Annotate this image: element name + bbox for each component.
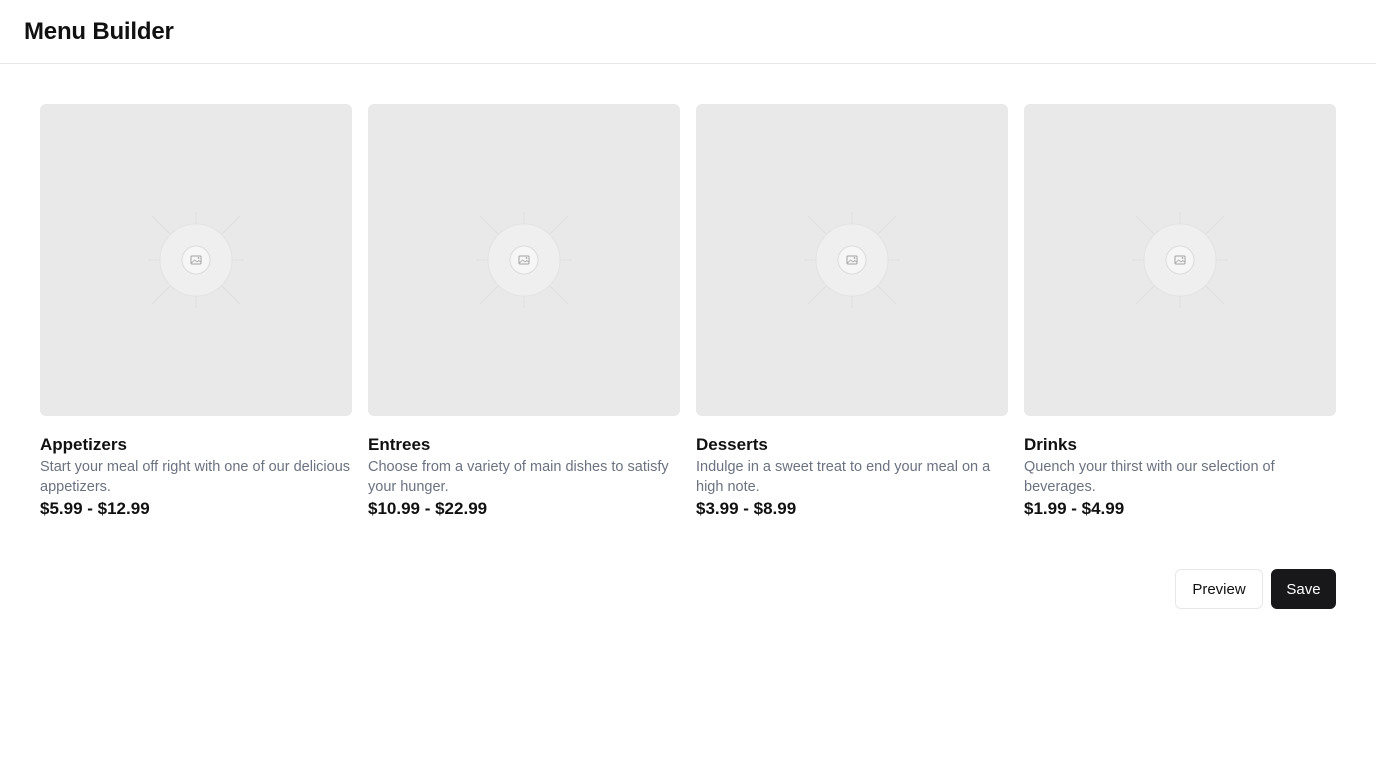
category-title: Entrees bbox=[368, 435, 431, 454]
category-image-desserts[interactable] bbox=[696, 104, 1008, 416]
category-card-entrees: Entrees Choose from a variety of main di… bbox=[368, 104, 680, 519]
category-card-drinks: Drinks Quench your thirst with our selec… bbox=[1024, 104, 1336, 519]
category-description: Indulge in a sweet treat to end your mea… bbox=[696, 459, 991, 495]
category-grid: Appetizers Start your meal off right wit… bbox=[40, 104, 1336, 519]
category-description: Choose from a variety of main dishes to … bbox=[368, 459, 669, 495]
category-image-entrees[interactable] bbox=[368, 104, 680, 416]
category-price: $5.99 - $12.99 bbox=[40, 499, 150, 518]
preview-button[interactable]: Preview bbox=[1175, 569, 1263, 609]
category-title: Appetizers bbox=[40, 435, 127, 454]
category-price: $1.99 - $4.99 bbox=[1024, 499, 1125, 518]
image-placeholder-icon bbox=[148, 212, 244, 308]
image-placeholder-icon bbox=[476, 212, 572, 308]
category-image-appetizers[interactable] bbox=[40, 104, 352, 416]
image-placeholder-icon bbox=[1132, 212, 1228, 308]
category-price: $3.99 - $8.99 bbox=[696, 499, 797, 518]
main-content: Appetizers Start your meal off right wit… bbox=[0, 64, 1376, 609]
category-card-desserts: Desserts Indulge in a sweet treat to end… bbox=[696, 104, 1008, 519]
category-price: $10.99 - $22.99 bbox=[368, 499, 488, 518]
app-header: Menu Builder bbox=[0, 0, 1376, 64]
category-image-drinks[interactable] bbox=[1024, 104, 1336, 416]
action-bar: Preview Save bbox=[40, 569, 1336, 609]
category-title: Desserts bbox=[696, 435, 768, 454]
image-placeholder-icon bbox=[804, 212, 900, 308]
category-title: Drinks bbox=[1024, 435, 1077, 454]
save-button[interactable]: Save bbox=[1271, 569, 1336, 609]
page-title: Menu Builder bbox=[24, 17, 174, 45]
category-description: Quench your thirst with our selection of… bbox=[1024, 459, 1275, 495]
category-description: Start your meal off right with one of ou… bbox=[40, 459, 351, 495]
category-card-appetizers: Appetizers Start your meal off right wit… bbox=[40, 104, 352, 519]
